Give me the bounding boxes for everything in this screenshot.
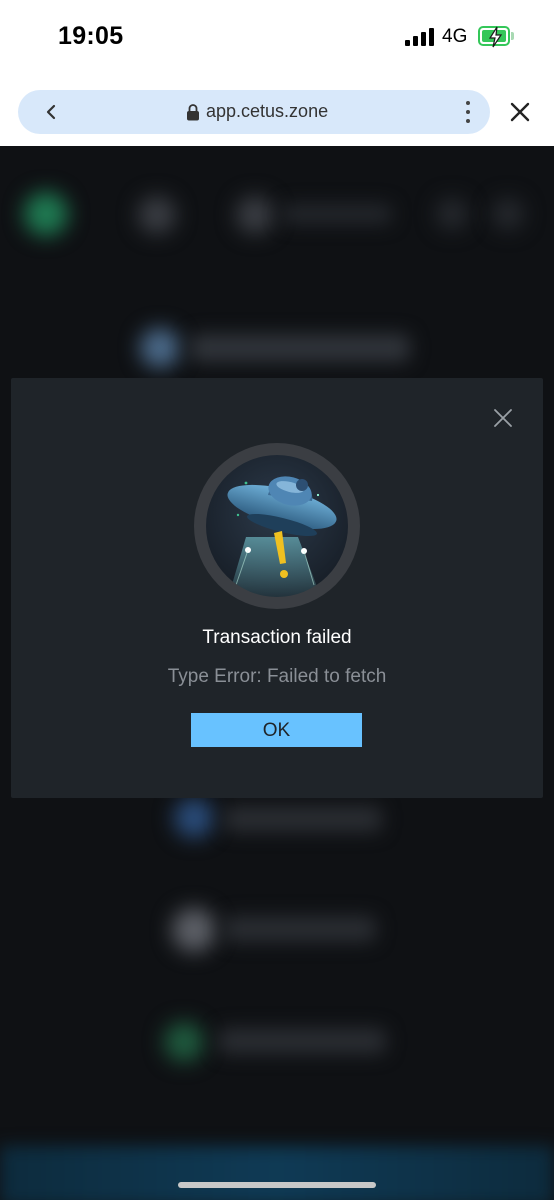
blurred-nav-text <box>282 204 392 224</box>
blurred-token-icon <box>172 908 216 952</box>
error-modal: Transaction failed Type Error: Failed to… <box>11 378 543 798</box>
lock-icon <box>187 104 199 121</box>
more-vertical-icon[interactable] <box>460 99 476 125</box>
close-icon[interactable] <box>491 406 515 430</box>
blurred-nav-icon <box>492 198 524 230</box>
browser-toolbar: app.cetus.zone <box>0 78 554 146</box>
blurred-nav-icon <box>236 196 274 234</box>
blurred-token-icon <box>140 328 180 368</box>
blurred-token-icon <box>174 798 214 838</box>
url-text[interactable]: app.cetus.zone <box>206 101 328 122</box>
battery-cap <box>511 32 514 40</box>
blurred-nav-icon <box>138 196 176 234</box>
home-indicator[interactable] <box>178 1182 376 1188</box>
modal-title: Transaction failed <box>202 627 352 648</box>
battery-icon <box>478 26 510 48</box>
close-icon[interactable] <box>508 100 532 124</box>
blurred-token-icon <box>164 1022 204 1062</box>
back-chevron-icon[interactable] <box>40 100 64 124</box>
signal-icon <box>405 28 435 46</box>
network-type: 4G <box>442 26 468 47</box>
error-message: Type Error: Failed to fetch <box>167 666 387 687</box>
blurred-text <box>218 1028 386 1054</box>
blurred-text <box>190 334 410 362</box>
status-bar: 19:05 4G <box>0 0 554 78</box>
ufo-warning-illustration <box>194 443 360 609</box>
status-time: 19:05 <box>58 22 124 50</box>
blurred-text <box>224 806 382 832</box>
blurred-bottom-bar <box>0 1146 554 1200</box>
ok-button[interactable]: OK <box>191 713 362 747</box>
address-bar[interactable]: app.cetus.zone <box>18 90 490 134</box>
blurred-logo <box>24 192 68 236</box>
blurred-text <box>224 916 376 942</box>
blurred-nav-icon <box>436 198 468 230</box>
